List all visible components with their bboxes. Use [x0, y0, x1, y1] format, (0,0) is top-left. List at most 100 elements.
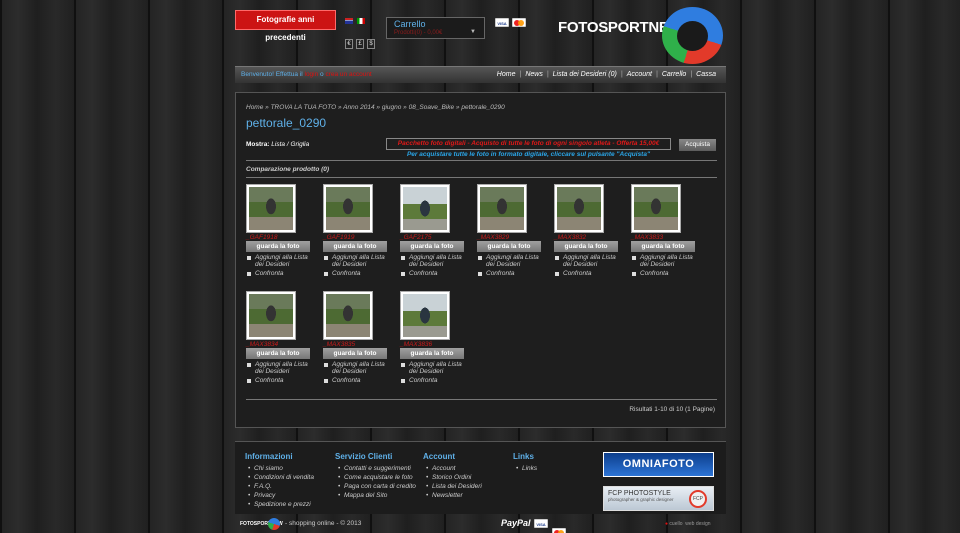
compare-label: Confronta [255, 270, 284, 277]
footer-link[interactable]: Lista dei Desideri [423, 482, 482, 491]
photo-image [403, 294, 447, 337]
photo-image [403, 187, 447, 230]
nav-news[interactable]: News [525, 71, 543, 78]
footer-link[interactable]: Contatti e suggerimenti [335, 464, 416, 473]
nav-cart[interactable]: Carrello [662, 71, 687, 78]
currency-dollar-button[interactable]: $ [367, 39, 375, 49]
footer-logo[interactable]: FOTOSPORTNEW [240, 518, 283, 530]
view-photo-button[interactable]: guarda la foto [246, 241, 310, 252]
product-thumbnail[interactable] [400, 184, 450, 233]
footer-link[interactable]: Account [423, 464, 482, 473]
currency-pound-button[interactable]: £ [356, 39, 364, 49]
nav-checkout[interactable]: Cassa [696, 71, 716, 78]
add-to-wishlist-link[interactable]: Aggiungi alla Lista dei Desideri [400, 254, 470, 268]
footer-link[interactable]: Newsletter [423, 491, 482, 500]
compare-link[interactable]: Confronta [477, 270, 547, 277]
compare-link[interactable]: Confronta [400, 270, 470, 277]
footer-link[interactable]: Privacy [245, 491, 314, 500]
product-name[interactable]: _GAF1919 [323, 234, 393, 241]
display-mode-options[interactable]: Lista / Griglia [271, 141, 309, 148]
register-link[interactable]: crea un account [325, 71, 371, 78]
top-navbar: Benvenuto! Effettua il login o crea un a… [235, 66, 726, 83]
product-thumbnail[interactable] [631, 184, 681, 233]
product-thumbnail[interactable] [554, 184, 604, 233]
bullet-icon [632, 272, 636, 276]
welcome-message: Benvenuto! Effettua il login o crea un a… [241, 71, 372, 78]
view-photo-button[interactable]: guarda la foto [323, 348, 387, 359]
add-to-wishlist-link[interactable]: Aggiungi alla Lista dei Desideri [477, 254, 547, 268]
fcp-badge-icon: FCP [689, 490, 707, 508]
flag-italian-icon[interactable] [357, 18, 365, 24]
add-to-wishlist-link[interactable]: Aggiungi alla Lista dei Desideri [246, 361, 316, 375]
product-name[interactable]: _GAF2175 [400, 234, 470, 241]
currency-euro-button[interactable]: € [345, 39, 353, 49]
nav-wishlist[interactable]: Lista dei Desideri (0) [553, 71, 617, 78]
main-content: Home » TROVA LA TUA FOTO » Anno 2014 » g… [235, 92, 726, 428]
footer-link[interactable]: Mappa del Sito [335, 491, 416, 500]
view-photo-button[interactable]: guarda la foto [323, 241, 387, 252]
product-thumbnail[interactable] [323, 184, 373, 233]
view-photo-button[interactable]: guarda la foto [400, 241, 464, 252]
fcp-photostyle-banner[interactable]: FCP PHOTOSTYLE photographer & graphic de… [603, 486, 714, 511]
compare-link[interactable]: Confronta [323, 270, 393, 277]
add-to-wishlist-link[interactable]: Aggiungi alla Lista dei Desideri [554, 254, 624, 268]
compare-link[interactable]: Confronta [246, 377, 316, 384]
nav-home[interactable]: Home [497, 71, 516, 78]
product-name[interactable]: _MAX3834 [246, 341, 316, 348]
footer-link[interactable]: Paga con carta di credito [335, 482, 416, 491]
add-to-wishlist-link[interactable]: Aggiungi alla Lista dei Desideri [246, 254, 316, 268]
photo-image [634, 187, 678, 230]
add-to-wishlist-link[interactable]: Aggiungi alla Lista dei Desideri [400, 361, 470, 375]
buy-package-button[interactable]: Acquista [679, 139, 716, 151]
product-name[interactable]: _MAX3835 [323, 341, 393, 348]
previous-years-button[interactable]: Fotografie anni precedenti [235, 10, 336, 42]
view-photo-button[interactable]: guarda la foto [477, 241, 541, 252]
add-to-wishlist-link[interactable]: Aggiungi alla Lista dei Desideri [631, 254, 701, 268]
product-thumbnail[interactable] [246, 291, 296, 340]
omniafoto-banner[interactable]: OMNIAFOTO [603, 452, 714, 477]
footer-link[interactable]: Storico Ordini [423, 473, 482, 482]
footer-link[interactable]: F.A.Q. [245, 482, 314, 491]
footer-link[interactable]: Links [513, 464, 537, 473]
product-thumbnail[interactable] [323, 291, 373, 340]
login-link[interactable]: login [305, 71, 319, 78]
wishlist-label: Aggiungi alla Lista dei Desideri [640, 254, 693, 268]
product-compare-link[interactable]: Comparazione prodotto (0) [246, 166, 329, 173]
footer-link[interactable]: Chi siamo [245, 464, 314, 473]
compare-link[interactable]: Confronta [631, 270, 701, 277]
product-name[interactable]: _GAF1918 [246, 234, 316, 241]
view-photo-button[interactable]: guarda la foto [554, 241, 618, 252]
footer-link[interactable]: Spedizione e prezzi [245, 500, 314, 509]
designer-credits[interactable]: ● cuello web design [665, 521, 711, 527]
product-name[interactable]: _MAX3829 [477, 234, 547, 241]
compare-link[interactable]: Confronta [323, 377, 393, 384]
add-to-wishlist-link[interactable]: Aggiungi alla Lista dei Desideri [323, 254, 393, 268]
product-thumbnail[interactable] [246, 184, 296, 233]
product-card: _MAX3833 guarda la foto Aggiungi alla List… [631, 184, 701, 277]
view-photo-button[interactable]: guarda la foto [400, 348, 464, 359]
breadcrumb[interactable]: Home » TROVA LA TUA FOTO » Anno 2014 » g… [246, 104, 505, 111]
product-thumbnail[interactable] [477, 184, 527, 233]
view-photo-button[interactable]: guarda la foto [631, 241, 695, 252]
compare-link[interactable]: Confronta [400, 377, 470, 384]
add-to-wishlist-link[interactable]: Aggiungi alla Lista dei Desideri [323, 361, 393, 375]
footer-column-title: Servizio Clienti [335, 452, 393, 461]
compare-label: Confronta [640, 270, 669, 277]
product-thumbnail[interactable] [400, 291, 450, 340]
product-name[interactable]: _MAX3832 [554, 234, 624, 241]
chevron-down-icon[interactable]: ▼ [470, 29, 476, 35]
photo-image [249, 294, 293, 337]
view-photo-button[interactable]: guarda la foto [246, 348, 310, 359]
product-name[interactable]: _MAX3833 [631, 234, 701, 241]
cart-dropdown[interactable]: Carrello Prodotti(0) - 0,00€ ▼ [386, 17, 485, 39]
product-name[interactable]: _MAX3836 [400, 341, 470, 348]
wishlist-label: Aggiungi alla Lista dei Desideri [332, 254, 385, 268]
nav-links: Home | News | Lista dei Desideri (0) | Acco… [496, 71, 716, 78]
compare-link[interactable]: Confronta [554, 270, 624, 277]
compare-link[interactable]: Confronta [246, 270, 316, 277]
flag-english-icon[interactable] [345, 18, 353, 24]
compare-label: Confronta [563, 270, 592, 277]
nav-account[interactable]: Account [627, 71, 652, 78]
footer-link[interactable]: Come acquistare le foto [335, 473, 416, 482]
footer-link[interactable]: Condizioni di vendita [245, 473, 314, 482]
